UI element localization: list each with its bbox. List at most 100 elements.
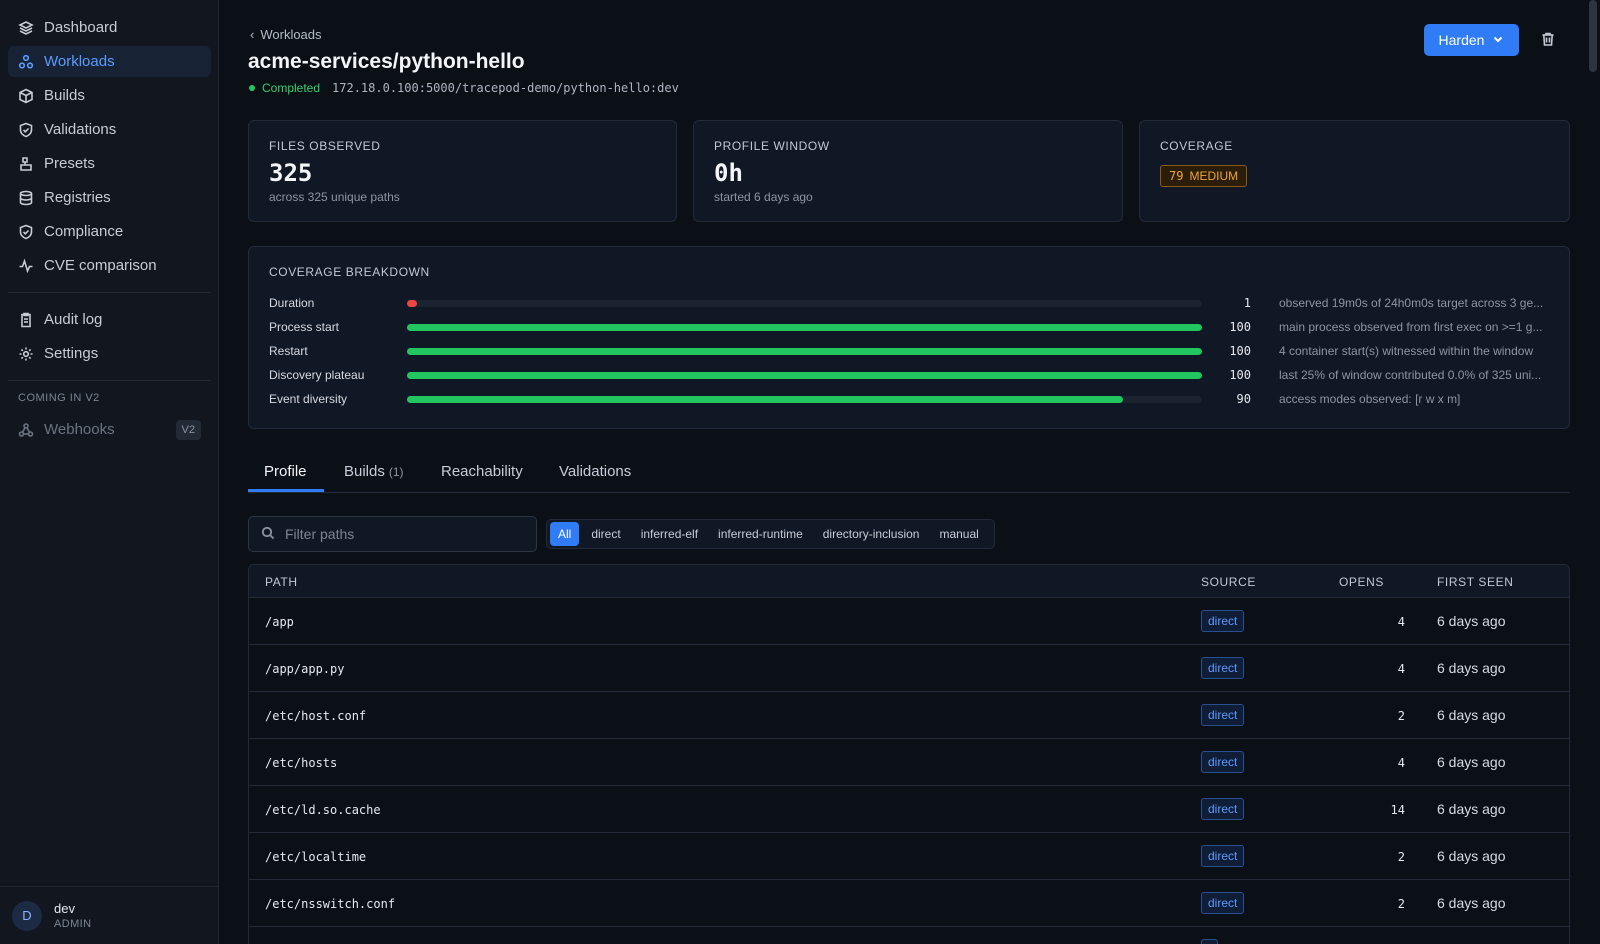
breakdown-row-restart: Restart 100 4 container start(s) witness…	[269, 342, 1559, 360]
page-title: acme-services/python-hello	[248, 50, 525, 73]
table-row[interactable]: /etc/host.conf direct 2 6 days ago	[249, 692, 1569, 739]
page-scrollbar[interactable]	[1589, 0, 1597, 72]
column-header-first-seen[interactable]: FIRST SEEN	[1437, 575, 1513, 589]
webhook-icon	[18, 422, 34, 438]
breakdown-bar-fill	[407, 324, 1202, 331]
opens-cell: 4	[1397, 756, 1405, 770]
column-header-source[interactable]: SOURCE	[1201, 575, 1256, 589]
status-dot	[249, 85, 255, 91]
chip-all[interactable]: All	[550, 522, 580, 546]
breakdown-label: Discovery plateau	[269, 368, 365, 382]
breakdown-bar-track	[407, 372, 1202, 379]
card-value: 0h	[714, 159, 743, 187]
table-header: PATH SOURCE OPENS FIRST SEEN	[249, 565, 1569, 598]
sidebar-item-label: Presets	[44, 155, 95, 172]
card-subtext: started 6 days ago	[714, 190, 813, 204]
sidebar-item-label: Workloads	[44, 53, 115, 70]
sidebar-item-registries[interactable]: Registries	[8, 182, 211, 213]
presets-icon	[18, 156, 34, 172]
breakdown-score: 90	[1236, 392, 1251, 406]
sidebar-item-compliance[interactable]: Compliance	[8, 216, 211, 247]
column-header-opens[interactable]: OPENS	[1339, 575, 1384, 589]
coverage-breakdown-card: COVERAGE BREAKDOWN Duration 1 observed 1…	[248, 246, 1570, 429]
source-badge: direct	[1201, 845, 1245, 867]
card-value: 325	[269, 159, 313, 187]
user-role: ADMIN	[54, 918, 92, 930]
table-row[interactable]: /etc/nsswitch.conf direct 2 6 days ago	[249, 880, 1569, 927]
breakdown-bar-track	[407, 324, 1202, 331]
chip-directory-inclusion[interactable]: directory-inclusion	[815, 522, 928, 546]
sidebar-item-audit-log[interactable]: Audit log	[8, 304, 211, 335]
sidebar-item-presets[interactable]: Presets	[8, 148, 211, 179]
image-reference: 172.18.0.100:5000/tracepod-demo/python-h…	[332, 81, 679, 95]
sidebar-item-webhooks: Webhooks V2	[8, 414, 211, 445]
table-row[interactable]: /etc/localtime direct 2 6 days ago	[249, 833, 1569, 880]
chip-inferred-runtime[interactable]: inferred-runtime	[710, 522, 811, 546]
sidebar-item-workloads[interactable]: Workloads	[8, 46, 211, 77]
breakdown-note: main process observed from first exec on…	[1279, 320, 1543, 334]
breadcrumb[interactable]: ‹ Workloads	[250, 27, 322, 42]
breakdown-note: observed 19m0s of 24h0m0s target across …	[1279, 296, 1544, 310]
breakdown-label: Restart	[269, 344, 308, 358]
table-row[interactable]: /etc/hosts direct 4 6 days ago	[249, 739, 1569, 786]
breadcrumb-workloads[interactable]: Workloads	[260, 27, 321, 42]
coverage-level: MEDIUM	[1189, 169, 1239, 183]
activity-icon	[18, 257, 34, 274]
sidebar-item-label: Settings	[44, 345, 99, 362]
first-seen-cell: 6 days ago	[1437, 895, 1506, 911]
column-header-path[interactable]: PATH	[265, 575, 298, 589]
status-text: Completed	[262, 81, 321, 95]
database-icon	[18, 190, 34, 206]
coverage-card: COVERAGE 79 MEDIUM	[1139, 120, 1570, 222]
opens-cell: 2	[1397, 709, 1405, 723]
sidebar-item-label: Webhooks	[44, 421, 115, 438]
breakdown-title: COVERAGE BREAKDOWN	[269, 265, 430, 279]
sidebar-item-builds[interactable]: Builds	[8, 80, 211, 111]
table-row[interactable]	[249, 927, 1569, 944]
source-badge: direct	[1201, 892, 1245, 914]
sidebar-item-cve-comparison[interactable]: CVE comparison	[8, 250, 211, 281]
chip-inferred-elf[interactable]: inferred-elf	[633, 522, 706, 546]
tab-validations[interactable]: Validations	[559, 463, 631, 480]
chip-manual[interactable]: manual	[931, 522, 986, 546]
harden-button[interactable]: Harden	[1424, 24, 1519, 56]
tab-builds[interactable]: Builds (1)	[344, 463, 404, 480]
tab-bar: Profile Builds (1) Reachability Validatio…	[248, 449, 1570, 493]
table-row[interactable]: /etc/ld.so.cache direct 14 6 days ago	[249, 786, 1569, 833]
path-cell: /etc/hosts	[265, 756, 338, 770]
source-badge: direct	[1201, 610, 1245, 632]
coverage-badge: 79 MEDIUM	[1160, 165, 1248, 187]
sidebar-item-validations[interactable]: Validations	[8, 114, 211, 145]
source-badge: direct	[1201, 798, 1245, 820]
delete-button[interactable]	[1536, 28, 1560, 52]
tab-label: Reachability	[441, 463, 523, 480]
tab-label: Profile	[264, 463, 307, 480]
opens-cell: 4	[1397, 662, 1405, 676]
filter-paths-input[interactable]	[285, 526, 525, 542]
trash-icon	[1540, 31, 1556, 50]
files-observed-card: FILES OBSERVED 325 across 325 unique pat…	[248, 120, 677, 222]
breakdown-row-discovery-plateau: Discovery plateau 100 last 25% of window…	[269, 366, 1559, 384]
path-cell: /etc/nsswitch.conf	[265, 897, 396, 911]
tab-reachability[interactable]: Reachability	[441, 463, 523, 480]
breakdown-row-event-diversity: Event diversity 90 access modes observed…	[269, 390, 1559, 408]
tab-profile[interactable]: Profile	[264, 463, 307, 480]
main-content: ‹ Workloads acme-services/python-hello C…	[220, 0, 1600, 944]
sidebar-item-settings[interactable]: Settings	[8, 338, 211, 369]
user-menu[interactable]: D dev ADMIN	[0, 886, 219, 944]
sidebar-item-label: Registries	[44, 189, 111, 206]
card-label: FILES OBSERVED	[269, 139, 381, 153]
source-badge: direct	[1201, 657, 1245, 679]
filter-paths-field[interactable]	[248, 516, 537, 552]
table-row[interactable]: /app direct 4 6 days ago	[249, 598, 1569, 645]
chevron-down-icon	[1492, 32, 1504, 48]
sidebar-item-label: Dashboard	[44, 19, 118, 36]
first-seen-cell: 6 days ago	[1437, 754, 1506, 770]
chevron-left-icon: ‹	[250, 27, 255, 42]
sidebar-item-label: Compliance	[44, 223, 124, 240]
table-row[interactable]: /app/app.py direct 4 6 days ago	[249, 645, 1569, 692]
sidebar-item-label: Audit log	[44, 311, 103, 328]
chip-direct[interactable]: direct	[583, 522, 628, 546]
sidebar-item-dashboard[interactable]: Dashboard	[8, 12, 211, 43]
sidebar-divider	[8, 380, 211, 381]
